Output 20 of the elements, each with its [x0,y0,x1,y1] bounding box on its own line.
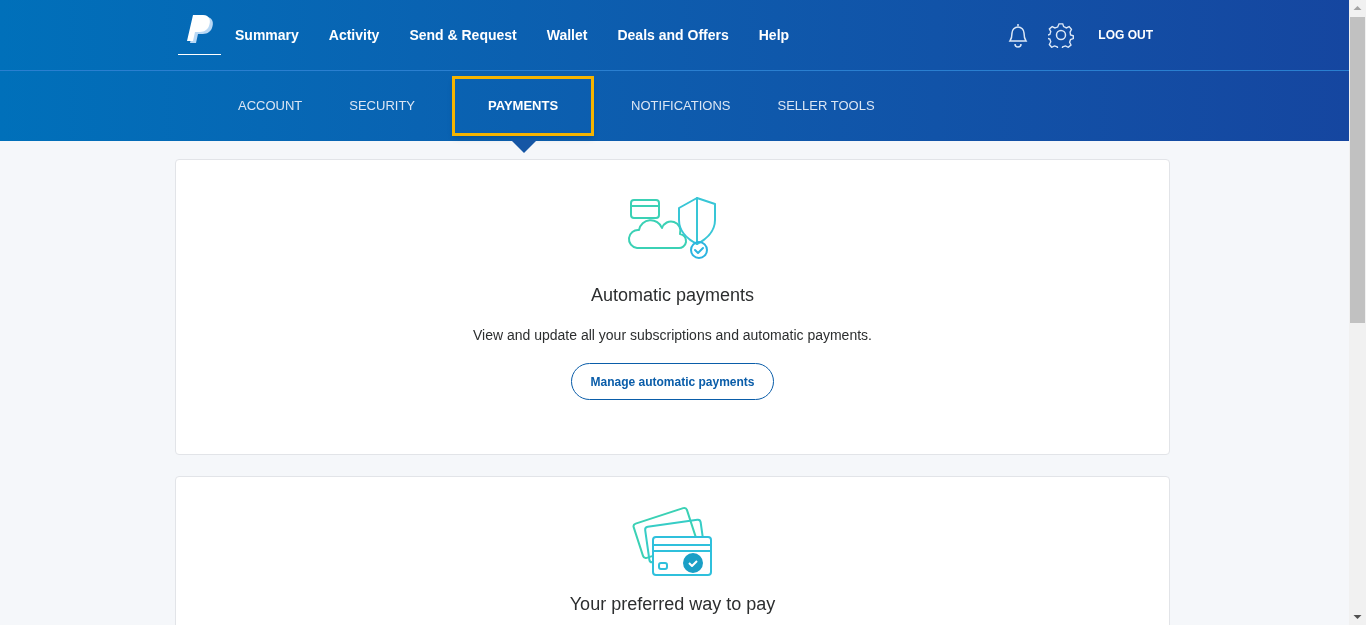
nav-link[interactable]: Send & Request [409,24,517,46]
selected-pointer-icon [510,140,537,153]
nav-link[interactable]: Deals and Offers [617,24,729,46]
settings-icon[interactable] [1048,22,1075,48]
nav-link[interactable]: Wallet [546,24,588,46]
scrollbar[interactable] [1349,0,1366,625]
settings-tab[interactable]: PAYMENTS [452,76,595,136]
nav-link[interactable]: Summary [235,24,299,46]
card-title: Automatic payments [590,284,755,307]
logout-link[interactable]: LOG OUT [1098,26,1153,44]
settings-tab[interactable]: NOTIFICATIONS [621,76,741,136]
settings-tab[interactable]: ACCOUNT [228,76,313,136]
settings-tab[interactable]: SECURITY [339,76,425,136]
card-title: Your preferred way to pay [569,593,776,616]
cloud-shield-icon [626,194,719,260]
card-description: View and update all your subscriptions and automatic payments. [473,326,872,345]
nav-link[interactable]: Activity [328,24,380,46]
logo-icon[interactable] [178,15,221,55]
settings-tab[interactable]: SELLER TOOLS [767,76,885,136]
nav-link[interactable]: Help [758,24,790,46]
